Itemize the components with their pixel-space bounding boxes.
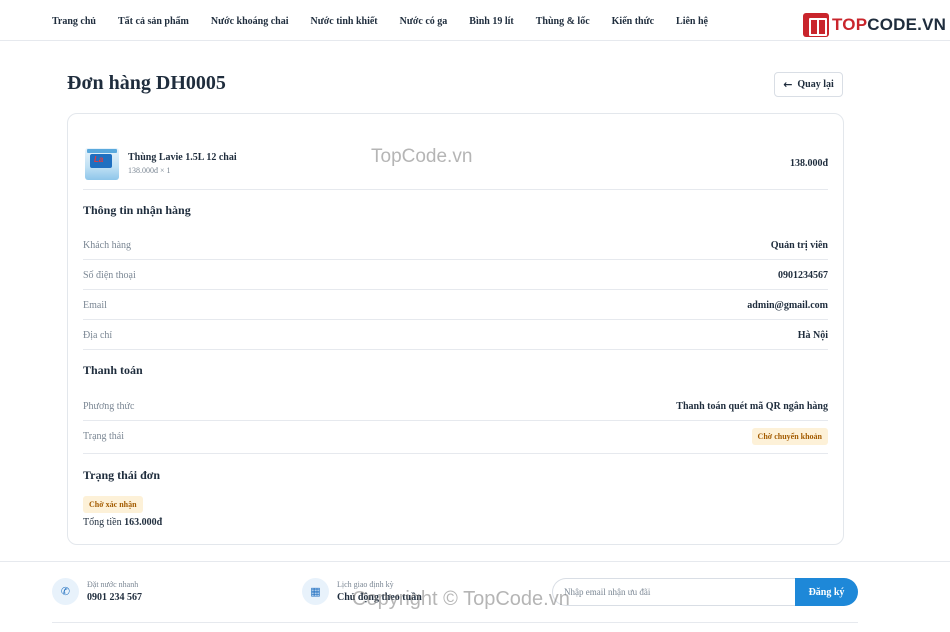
order-detail-card: Thùng Lavie 1.5L 12 chai 138.000đ × 1 13… [67,113,844,545]
order-total: Tổng tiền 163.000đ [83,517,162,528]
info-label: Phương thức [83,401,135,412]
nav-item-sparkling-water[interactable]: Nước có ga [400,16,448,27]
calendar-icon: ▦ [302,578,329,605]
order-status-badge: Chờ xác nhận [83,496,143,513]
info-label: Địa chỉ [83,330,113,341]
info-label: Trạng thái [83,431,125,442]
subscribe-button[interactable]: Đăng ký [795,578,858,606]
top-navbar: Trang chủ Tất cả sản phẩm Nước khoáng ch… [0,7,950,41]
product-unit-qty: 138.000đ × 1 [128,166,171,175]
nav-item-mineral-water[interactable]: Nước khoáng chai [211,16,289,27]
product-name[interactable]: Thùng Lavie 1.5L 12 chai [128,152,237,163]
arrow-left-icon: ← [783,78,793,91]
nav-item-19l-bottle[interactable]: Bình 19 lít [469,16,513,27]
hotline-label: Đặt nước nhanh [87,580,139,589]
payment-status-badge: Chờ chuyển khoản [751,428,828,445]
order-total-label: Tổng tiền [83,517,122,528]
product-thumbnail[interactable] [85,148,119,180]
info-row-payment-method: Phương thức Thanh toán quét mã QR ngân h… [83,391,828,421]
info-label: Số điện thoại [83,270,136,281]
product-line-total: 138.000đ [789,158,828,169]
info-row-phone: Số điện thoại 0901234567 [83,260,828,290]
back-button[interactable]: ← Quay lại [774,72,843,97]
footer-hotline: ✆ Đặt nước nhanh 0901 234 567 [52,578,142,605]
schedule-value: Chủ động theo tuần [337,592,422,603]
info-value: 0901234567 [778,270,828,281]
nav-item-cases-packs[interactable]: Thùng & lốc [536,16,590,27]
page-title: Đơn hàng DH0005 [67,72,226,94]
info-row-address: Địa chỉ Hà Nội [83,320,828,350]
nav-item-all-products[interactable]: Tất cả sản phẩm [118,16,189,27]
logo-text-code: CODE.VN [867,15,947,34]
payment-section-title: Thanh toán [83,363,143,377]
info-row-payment-status: Trạng thái Chờ chuyển khoản [83,421,828,454]
newsletter-email-input[interactable] [552,578,802,606]
nav-item-knowledge[interactable]: Kiến thức [612,16,654,27]
order-item-row: Thùng Lavie 1.5L 12 chai 138.000đ × 1 13… [83,146,828,190]
main-nav: Trang chủ Tất cả sản phẩm Nước khoáng ch… [52,16,708,27]
hotline-number[interactable]: 0901 234 567 [87,592,142,603]
info-row-email: Email admin@gmail.com [83,290,828,320]
info-value: Thanh toán quét mã QR ngân hàng [676,401,828,412]
shipping-section-title: Thông tin nhận hàng [83,203,191,217]
info-value: Quản trị viên [770,240,828,251]
nav-item-purified-water[interactable]: Nước tinh khiết [311,16,378,27]
back-button-label: Quay lại [797,79,834,90]
info-label: Khách hàng [83,240,132,251]
order-status-section-title: Trạng thái đơn [83,468,161,482]
schedule-label: Lịch giao định kỳ [337,580,394,589]
info-label: Email [83,300,107,311]
nav-item-home[interactable]: Trang chủ [52,16,96,27]
phone-icon: ✆ [52,578,79,605]
site-logo[interactable]: TOPCODE.VN [803,13,946,37]
nav-item-contact[interactable]: Liên hệ [676,16,708,27]
order-total-value: 163.000đ [124,517,163,528]
logo-text-top: TOP [832,15,868,34]
logo-icon [803,13,829,37]
info-row-customer: Khách hàng Quản trị viên [83,230,828,260]
footer-schedule: ▦ Lịch giao định kỳ Chủ động theo tuần [302,578,422,605]
info-value: admin@gmail.com [747,300,828,311]
newsletter-form: Đăng ký [552,578,858,606]
info-value: Hà Nội [797,330,828,341]
